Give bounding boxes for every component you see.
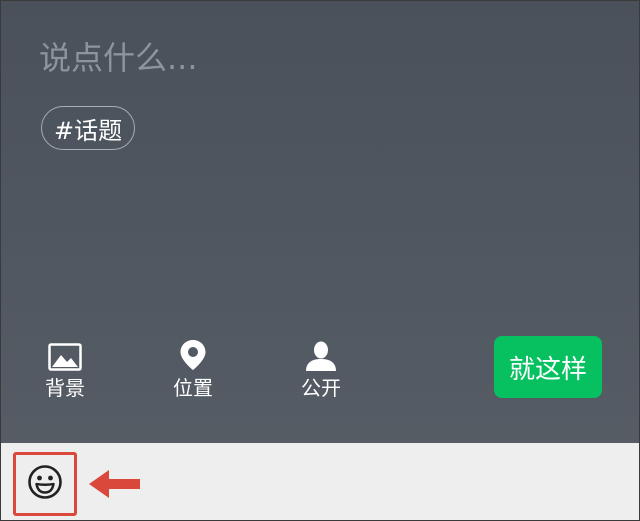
background-tool-label: 背景 (45, 376, 85, 400)
visibility-tool-label: 公开 (301, 376, 341, 400)
post-text-input[interactable] (39, 35, 599, 81)
emoji-button[interactable] (13, 452, 77, 516)
submit-button[interactable]: 就这样 (494, 336, 602, 398)
bottom-input-bar (1, 443, 639, 520)
visibility-tool-button[interactable]: 公开 (281, 339, 361, 401)
location-pin-icon (179, 339, 207, 371)
image-icon (48, 339, 82, 371)
person-icon (305, 339, 337, 371)
smiley-face-icon (27, 464, 63, 504)
background-tool-button[interactable]: 背景 (25, 339, 105, 401)
status-composer-screen: #话题 背景 位置 (0, 0, 640, 521)
arrow-left-icon (89, 469, 141, 503)
topic-tag-label: #话题 (54, 116, 123, 145)
location-tool-button[interactable]: 位置 (153, 339, 233, 401)
topic-tag-button[interactable]: #话题 (41, 106, 136, 150)
location-tool-label: 位置 (173, 376, 213, 400)
composer-panel: #话题 背景 位置 (1, 1, 639, 443)
